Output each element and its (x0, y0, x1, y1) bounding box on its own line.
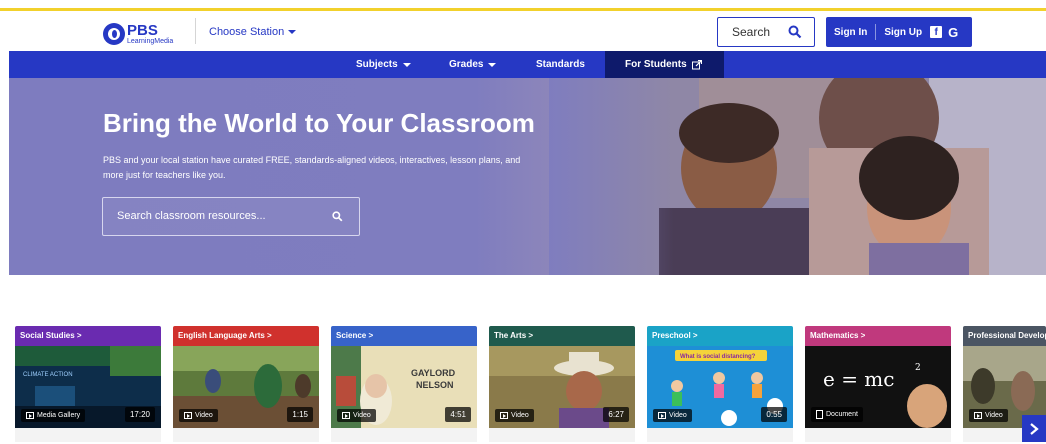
chevron-down-icon (288, 30, 297, 34)
resource-type-badge: Video (969, 409, 1008, 422)
classroom-search-placeholder: Search classroom resources... (117, 210, 266, 222)
nelson-text: NELSON (416, 380, 454, 390)
carousel-next-button[interactable] (1022, 415, 1046, 442)
card-science[interactable]: Science > GAYLORD NELSON Video 4:51 (331, 326, 477, 442)
nav-subjects-label: Subjects (356, 59, 398, 70)
card-preschool[interactable]: Preschool > What is social distancing? V… (647, 326, 793, 442)
formula-text: e = mc (823, 367, 894, 391)
card-thumbnail[interactable]: Video 1:15 (173, 346, 319, 428)
nav-grades[interactable]: Grades (449, 51, 497, 78)
video-icon (658, 412, 666, 419)
external-link-icon (691, 59, 702, 69)
resource-type: Video (353, 412, 371, 419)
video-icon (184, 412, 192, 419)
sign-in-button[interactable]: Sign In (826, 27, 867, 38)
nav-standards[interactable]: Standards (536, 51, 585, 78)
facebook-icon[interactable]: f (930, 26, 943, 38)
card-thumbnail[interactable]: What is social distancing? Video 0:55 (647, 346, 793, 428)
auth-separator (875, 24, 877, 40)
card-category[interactable]: Professional Development > (963, 326, 1046, 346)
hero-subtitle: PBS and your local station have curated … (103, 155, 521, 180)
document-icon (816, 410, 823, 419)
resource-type-badge: Document (811, 407, 863, 422)
pbs-head-icon (103, 23, 125, 45)
svg-text:2: 2 (915, 363, 921, 373)
nav-grades-label: Grades (449, 59, 484, 70)
card-social-studies[interactable]: Social Studies > CLIMATE ACTION Media Ga… (15, 326, 161, 442)
resource-type-badge: Video (495, 409, 534, 422)
duration: 4:51 (445, 407, 471, 422)
resource-type: Video (669, 412, 687, 419)
resource-type-badge: Video (179, 409, 218, 422)
card-footer (805, 428, 951, 442)
video-icon (974, 412, 982, 419)
classroom-search-input[interactable]: Search classroom resources... (102, 197, 360, 236)
video-icon (500, 412, 508, 419)
duration: 0:55 (761, 407, 787, 422)
card-category[interactable]: Preschool > (647, 326, 793, 346)
choose-station-label: Choose Station (209, 26, 285, 38)
nav-for-students[interactable]: For Students (605, 51, 724, 78)
gaylord-text: GAYLORD (411, 368, 456, 378)
card-footer (173, 428, 319, 442)
sign-up-button[interactable]: Sign Up (884, 27, 922, 38)
search-icon[interactable] (332, 211, 343, 222)
header: PBS LearningMedia Choose Station Search … (0, 11, 1046, 51)
header-divider (195, 18, 196, 44)
card-footer (489, 428, 635, 442)
resource-type-badge: Video (653, 409, 692, 422)
card-thumbnail[interactable]: GAYLORD NELSON Video 4:51 (331, 346, 477, 428)
resource-type: Media Gallery (37, 412, 81, 419)
chevron-down-icon (488, 62, 497, 67)
card-footer (647, 428, 793, 442)
pbs-learningmedia-logo[interactable]: PBS LearningMedia (103, 23, 173, 45)
logo-sub: LearningMedia (127, 38, 174, 45)
card-category[interactable]: Science > (331, 326, 477, 346)
hero-title: Bring the World to Your Classroom (103, 108, 535, 138)
nav-subjects[interactable]: Subjects (356, 51, 411, 78)
resource-type: Video (985, 412, 1003, 419)
resource-type: Video (511, 412, 529, 419)
card-thumbnail[interactable]: Video 6:27 (489, 346, 635, 428)
nav-standards-label: Standards (536, 59, 585, 70)
video-icon (342, 412, 350, 419)
card-english-language-arts[interactable]: English Language Arts > Video 1:15 (173, 326, 319, 442)
chevron-right-icon (1030, 423, 1039, 435)
card-footer (15, 428, 161, 442)
card-thumbnail[interactable]: CLIMATE ACTION Media Gallery 17:20 (15, 346, 161, 428)
card-mathematics[interactable]: Mathematics > e = mc 2 Document (805, 326, 951, 442)
card-category[interactable]: The Arts > (489, 326, 635, 346)
resource-type-badge: Video (337, 409, 376, 422)
duration: 1:15 (287, 407, 313, 422)
main-nav: Subjects Grades Standards For Students (9, 51, 1046, 78)
card-the-arts[interactable]: The Arts > Video 6:27 (489, 326, 635, 442)
google-icon[interactable]: G (948, 25, 958, 40)
choose-station-dropdown[interactable]: Choose Station (209, 26, 297, 38)
card-category[interactable]: Social Studies > (15, 326, 161, 346)
distancing-text: What is social distancing? (680, 354, 756, 360)
duration: 17:20 (124, 407, 155, 422)
card-thumbnail[interactable]: e = mc 2 Document (805, 346, 951, 428)
duration: 6:27 (603, 407, 629, 422)
search-label: Search (732, 25, 771, 39)
resource-type: Document (826, 411, 858, 418)
resource-type-badge: Media Gallery (21, 409, 86, 422)
chevron-down-icon (402, 62, 411, 67)
card-footer (331, 428, 477, 442)
auth-bar: Sign In Sign Up f G (826, 17, 972, 47)
hero-banner: Bring the World to Your Classroom PBS an… (9, 78, 1046, 275)
featured-cards: Social Studies > CLIMATE ACTION Media Ga… (0, 326, 1046, 442)
hero-students-photo (549, 78, 1046, 275)
header-search-button[interactable]: Search (717, 17, 815, 47)
climate-action-text: CLIMATE ACTION (23, 372, 73, 378)
card-category[interactable]: English Language Arts > (173, 326, 319, 346)
resource-type: Video (195, 412, 213, 419)
search-icon (788, 25, 802, 39)
card-category[interactable]: Mathematics > (805, 326, 951, 346)
nav-for-students-label: For Students (625, 59, 687, 70)
gallery-icon (26, 412, 34, 419)
logo-name: PBS (127, 22, 158, 39)
